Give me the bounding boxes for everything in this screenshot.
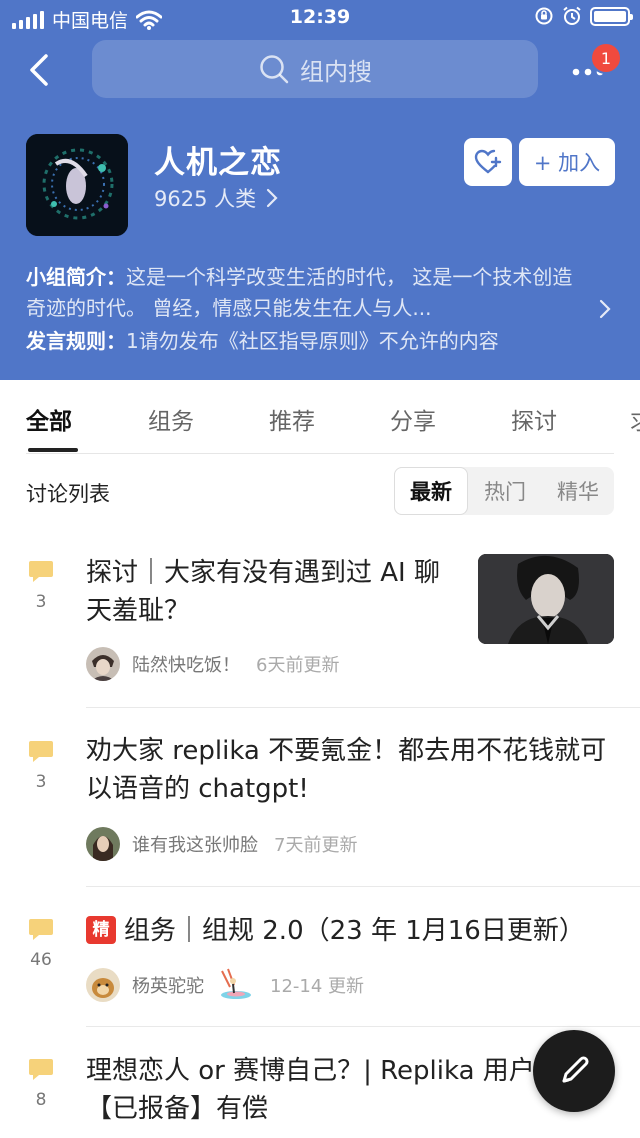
sort-featured[interactable]: 精华 bbox=[542, 467, 614, 515]
author-name[interactable]: 陆然快吃饭！ bbox=[132, 651, 240, 677]
comment-count: 8 bbox=[35, 1090, 47, 1110]
post-meta: 杨英驼驼 12-14 更新 bbox=[86, 967, 364, 1003]
alarm-icon bbox=[563, 6, 581, 25]
comment-icon bbox=[29, 919, 53, 940]
intro-expand-icon[interactable] bbox=[598, 298, 612, 320]
post-title-text: 组务｜组规 2.0（23 年 1月16日更新） bbox=[124, 916, 585, 946]
comment-count: 3 bbox=[35, 772, 47, 792]
updated-time: 12-14 更新 bbox=[270, 976, 365, 997]
rules-text: 1请勿发布《社区指导原则》不允许的内容 bbox=[126, 329, 499, 353]
search-input[interactable]: 组内搜 bbox=[92, 40, 538, 98]
post-thumbnail bbox=[478, 554, 614, 644]
author-name[interactable]: 杨英驼驼 bbox=[132, 972, 204, 998]
updated-time: 7天前更新 bbox=[274, 835, 358, 856]
updated-time: 6天前更新 bbox=[256, 655, 340, 676]
search-placeholder: 组内搜 bbox=[300, 57, 372, 86]
compose-button[interactable] bbox=[533, 1030, 615, 1112]
list-title: 讨论列表 bbox=[26, 482, 110, 506]
group-header: 中国电信 12:39 组内搜 1 人机之恋 9625 人类 + 加入 小组简介：… bbox=[0, 0, 640, 380]
author-name[interactable]: 谁有我这张帅脸 bbox=[132, 831, 258, 857]
divider bbox=[26, 453, 614, 454]
search-icon bbox=[260, 55, 289, 84]
heart-plus-icon bbox=[474, 149, 502, 174]
post-meta: 谁有我这张帅脸 7天前更新 bbox=[86, 827, 357, 861]
tab-group-affairs[interactable]: 组务 bbox=[148, 402, 194, 436]
member-count: 9625 人类 bbox=[154, 187, 257, 211]
divider bbox=[86, 886, 640, 887]
battery-icon bbox=[590, 6, 633, 26]
notification-badge: 1 bbox=[590, 42, 622, 74]
post-title: 探讨｜大家有没有遇到过 AI 聊天羞耻？ bbox=[86, 558, 440, 626]
category-tabs: 全部 组务 推荐 分享 探讨 求 bbox=[0, 380, 640, 454]
user-medal-icon bbox=[221, 968, 251, 999]
sort-hot[interactable]: 热门 bbox=[468, 467, 542, 515]
featured-tag: 精 bbox=[86, 916, 116, 944]
group-rules[interactable]: 发言规则：1请勿发布《社区指导原则》不允许的内容 bbox=[26, 325, 499, 354]
divider bbox=[86, 1026, 640, 1027]
active-tab-indicator bbox=[28, 448, 78, 452]
orientation-lock-icon bbox=[535, 7, 553, 25]
tab-recommended[interactable]: 推荐 bbox=[269, 402, 315, 436]
comment-icon bbox=[29, 1059, 53, 1080]
tab-share[interactable]: 分享 bbox=[390, 402, 436, 436]
author-avatar[interactable] bbox=[86, 647, 120, 681]
chevron-right-icon bbox=[267, 188, 278, 208]
post-meta: 陆然快吃饭！ 6天前更新 bbox=[86, 647, 339, 681]
author-avatar[interactable] bbox=[86, 827, 120, 861]
comment-count: 46 bbox=[30, 950, 52, 970]
tab-all[interactable]: 全部 bbox=[26, 402, 72, 436]
comment-icon bbox=[29, 741, 53, 762]
follow-heart-button[interactable] bbox=[464, 138, 512, 186]
tab-request[interactable]: 求 bbox=[630, 402, 640, 436]
sort-toggle: 最新 热门 精华 bbox=[394, 467, 614, 515]
comment-icon bbox=[29, 561, 53, 582]
tab-discuss[interactable]: 探讨 bbox=[511, 402, 557, 436]
intro-label: 小组简介： bbox=[26, 265, 126, 289]
back-icon[interactable] bbox=[22, 50, 62, 90]
sort-latest[interactable]: 最新 bbox=[394, 467, 468, 515]
member-count-link[interactable]: 9625 人类 bbox=[154, 183, 278, 213]
pen-icon bbox=[562, 1056, 589, 1083]
group-avatar bbox=[26, 134, 128, 236]
rules-label: 发言规则： bbox=[26, 329, 126, 353]
status-bar: 中国电信 12:39 bbox=[0, 0, 640, 36]
post-title: 劝大家 replika 不要氪金！都去用不花钱就可以语音的 chatgpt! bbox=[86, 736, 607, 804]
post-title: 精组务｜组规 2.0（23 年 1月16日更新） bbox=[86, 912, 626, 950]
group-intro[interactable]: 小组简介：这是一个科学改变生活的时代， 这是一个技术创造奇迹的时代。 曾经，情感… bbox=[26, 262, 586, 324]
join-button[interactable]: + 加入 bbox=[519, 138, 615, 186]
comment-count: 3 bbox=[35, 592, 47, 612]
divider bbox=[86, 707, 640, 708]
group-name: 人机之恋 bbox=[154, 145, 282, 181]
author-avatar[interactable] bbox=[86, 968, 120, 1002]
